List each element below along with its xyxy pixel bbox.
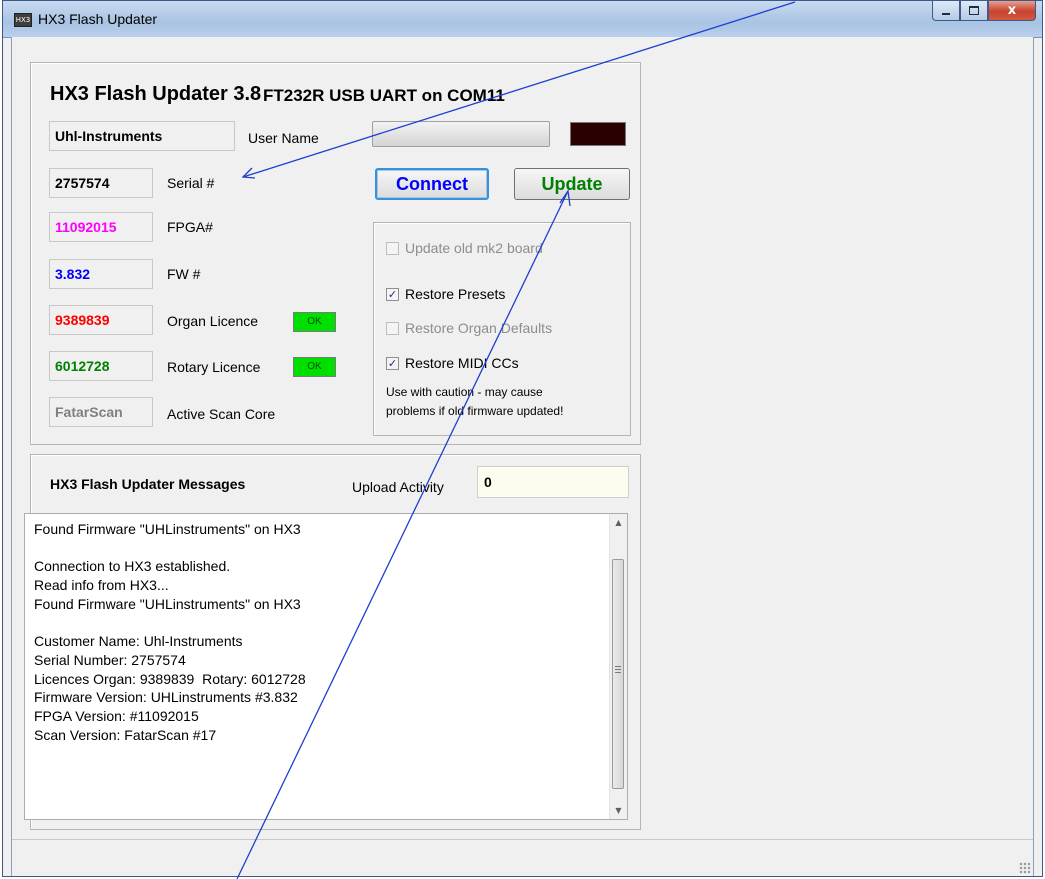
- fw-label: FW #: [167, 266, 201, 282]
- scan-core-label: Active Scan Core: [167, 406, 276, 422]
- progress-bar: [372, 121, 550, 147]
- app-icon: HX3: [14, 13, 32, 27]
- fpga-field: 11092015: [49, 212, 153, 242]
- update-old-mk2-checkbox[interactable]: Update old mk2 board: [386, 240, 543, 256]
- checkbox-label: Restore Presets: [405, 286, 506, 302]
- title-bar[interactable]: HX3 HX3 Flash Updater x: [3, 1, 1042, 38]
- message-line: Customer Name: Uhl-Instruments: [34, 633, 243, 650]
- window-controls: x: [932, 1, 1036, 22]
- messages-log[interactable]: Found Firmware "UHLinstruments" on HX3 C…: [24, 513, 628, 820]
- minimize-icon: [942, 12, 950, 15]
- upload-activity-field: 0: [477, 466, 629, 498]
- restore-presets-checkbox[interactable]: ✓ Restore Presets: [386, 286, 505, 302]
- checkbox-label: Update old mk2 board: [405, 240, 543, 256]
- checkmark-icon: ✓: [386, 287, 399, 301]
- upload-activity-label: Upload Activity: [352, 479, 444, 495]
- message-line: Found Firmware "UHLinstruments" on HX3: [34, 521, 301, 537]
- minimize-button[interactable]: [932, 1, 960, 21]
- warning-text-line1: Use with caution - may cause: [386, 385, 543, 399]
- restore-organ-defaults-checkbox[interactable]: Restore Organ Defaults: [386, 320, 552, 336]
- messages-scrollbar[interactable]: ▲ ▼: [609, 514, 627, 819]
- message-line: Firmware Version: UHLinstruments #3.832: [34, 689, 298, 706]
- scroll-down-arrow-icon[interactable]: ▼: [610, 802, 627, 819]
- warning-text-line2: problems if old firmware updated!: [386, 404, 564, 418]
- scroll-up-arrow-icon[interactable]: ▲: [610, 514, 627, 531]
- checkbox-label: Restore MIDI CCs: [405, 355, 519, 371]
- message-line: Read info from HX3...: [34, 577, 169, 594]
- serial-field: 2757574: [49, 168, 153, 198]
- serial-label: Serial #: [167, 175, 215, 191]
- rotary-licence-field: 6012728: [49, 351, 153, 381]
- message-line: Scan Version: FatarScan #17: [34, 726, 217, 743]
- checkbox-icon: [386, 321, 399, 335]
- scroll-thumb[interactable]: [612, 559, 624, 789]
- maximize-button[interactable]: [960, 1, 988, 21]
- scan-core-field: FatarScan: [49, 397, 153, 427]
- restore-midi-ccs-checkbox[interactable]: ✓ Restore MIDI CCs: [386, 355, 519, 371]
- message-line: [34, 614, 587, 633]
- status-bar: [12, 839, 1033, 876]
- organ-licence-label: Organ Licence: [167, 313, 259, 329]
- connect-button[interactable]: Connect: [375, 168, 489, 200]
- organ-licence-status-badge: OK: [293, 312, 336, 332]
- messages-text: Found Firmware "UHLinstruments" on HX3 C…: [34, 520, 587, 744]
- message-line: [34, 539, 587, 558]
- checkbox-label: Restore Organ Defaults: [405, 320, 553, 336]
- window-title: HX3 Flash Updater: [38, 11, 158, 27]
- fw-field: 3.832: [49, 259, 153, 289]
- rotary-licence-status-badge: OK: [293, 357, 336, 377]
- update-button[interactable]: Update: [514, 168, 630, 200]
- user-name-field: Uhl-Instruments: [49, 121, 235, 151]
- organ-licence-field: 9389839: [49, 305, 153, 335]
- thumb-grip-icon: [615, 666, 621, 674]
- upload-activity-value: 0: [484, 474, 492, 490]
- message-line: Licences Organ: 9389839 Rotary: 6012728: [34, 670, 306, 687]
- fpga-label: FPGA#: [167, 219, 213, 235]
- close-button[interactable]: x: [988, 1, 1036, 21]
- close-icon: x: [1007, 3, 1017, 18]
- message-line: FPGA Version: #11092015: [34, 708, 199, 725]
- message-line: Connection to HX3 established.: [34, 558, 231, 575]
- page-title: HX3 Flash Updater 3.8: [50, 83, 262, 105]
- checkmark-icon: ✓: [386, 356, 399, 370]
- maximize-icon: [969, 6, 979, 15]
- checkbox-icon: [386, 241, 399, 255]
- resize-grip-icon[interactable]: [1019, 862, 1031, 874]
- busy-led: [570, 122, 626, 146]
- message-line: Serial Number: 2757574: [34, 651, 186, 668]
- rotary-licence-label: Rotary Licence: [167, 359, 261, 375]
- port-label: FT232R USB UART on COM11: [263, 86, 505, 105]
- message-line: Found Firmware "UHLinstruments" on HX3: [34, 595, 301, 612]
- user-name-label: User Name: [248, 130, 319, 146]
- messages-title: HX3 Flash Updater Messages: [50, 476, 246, 492]
